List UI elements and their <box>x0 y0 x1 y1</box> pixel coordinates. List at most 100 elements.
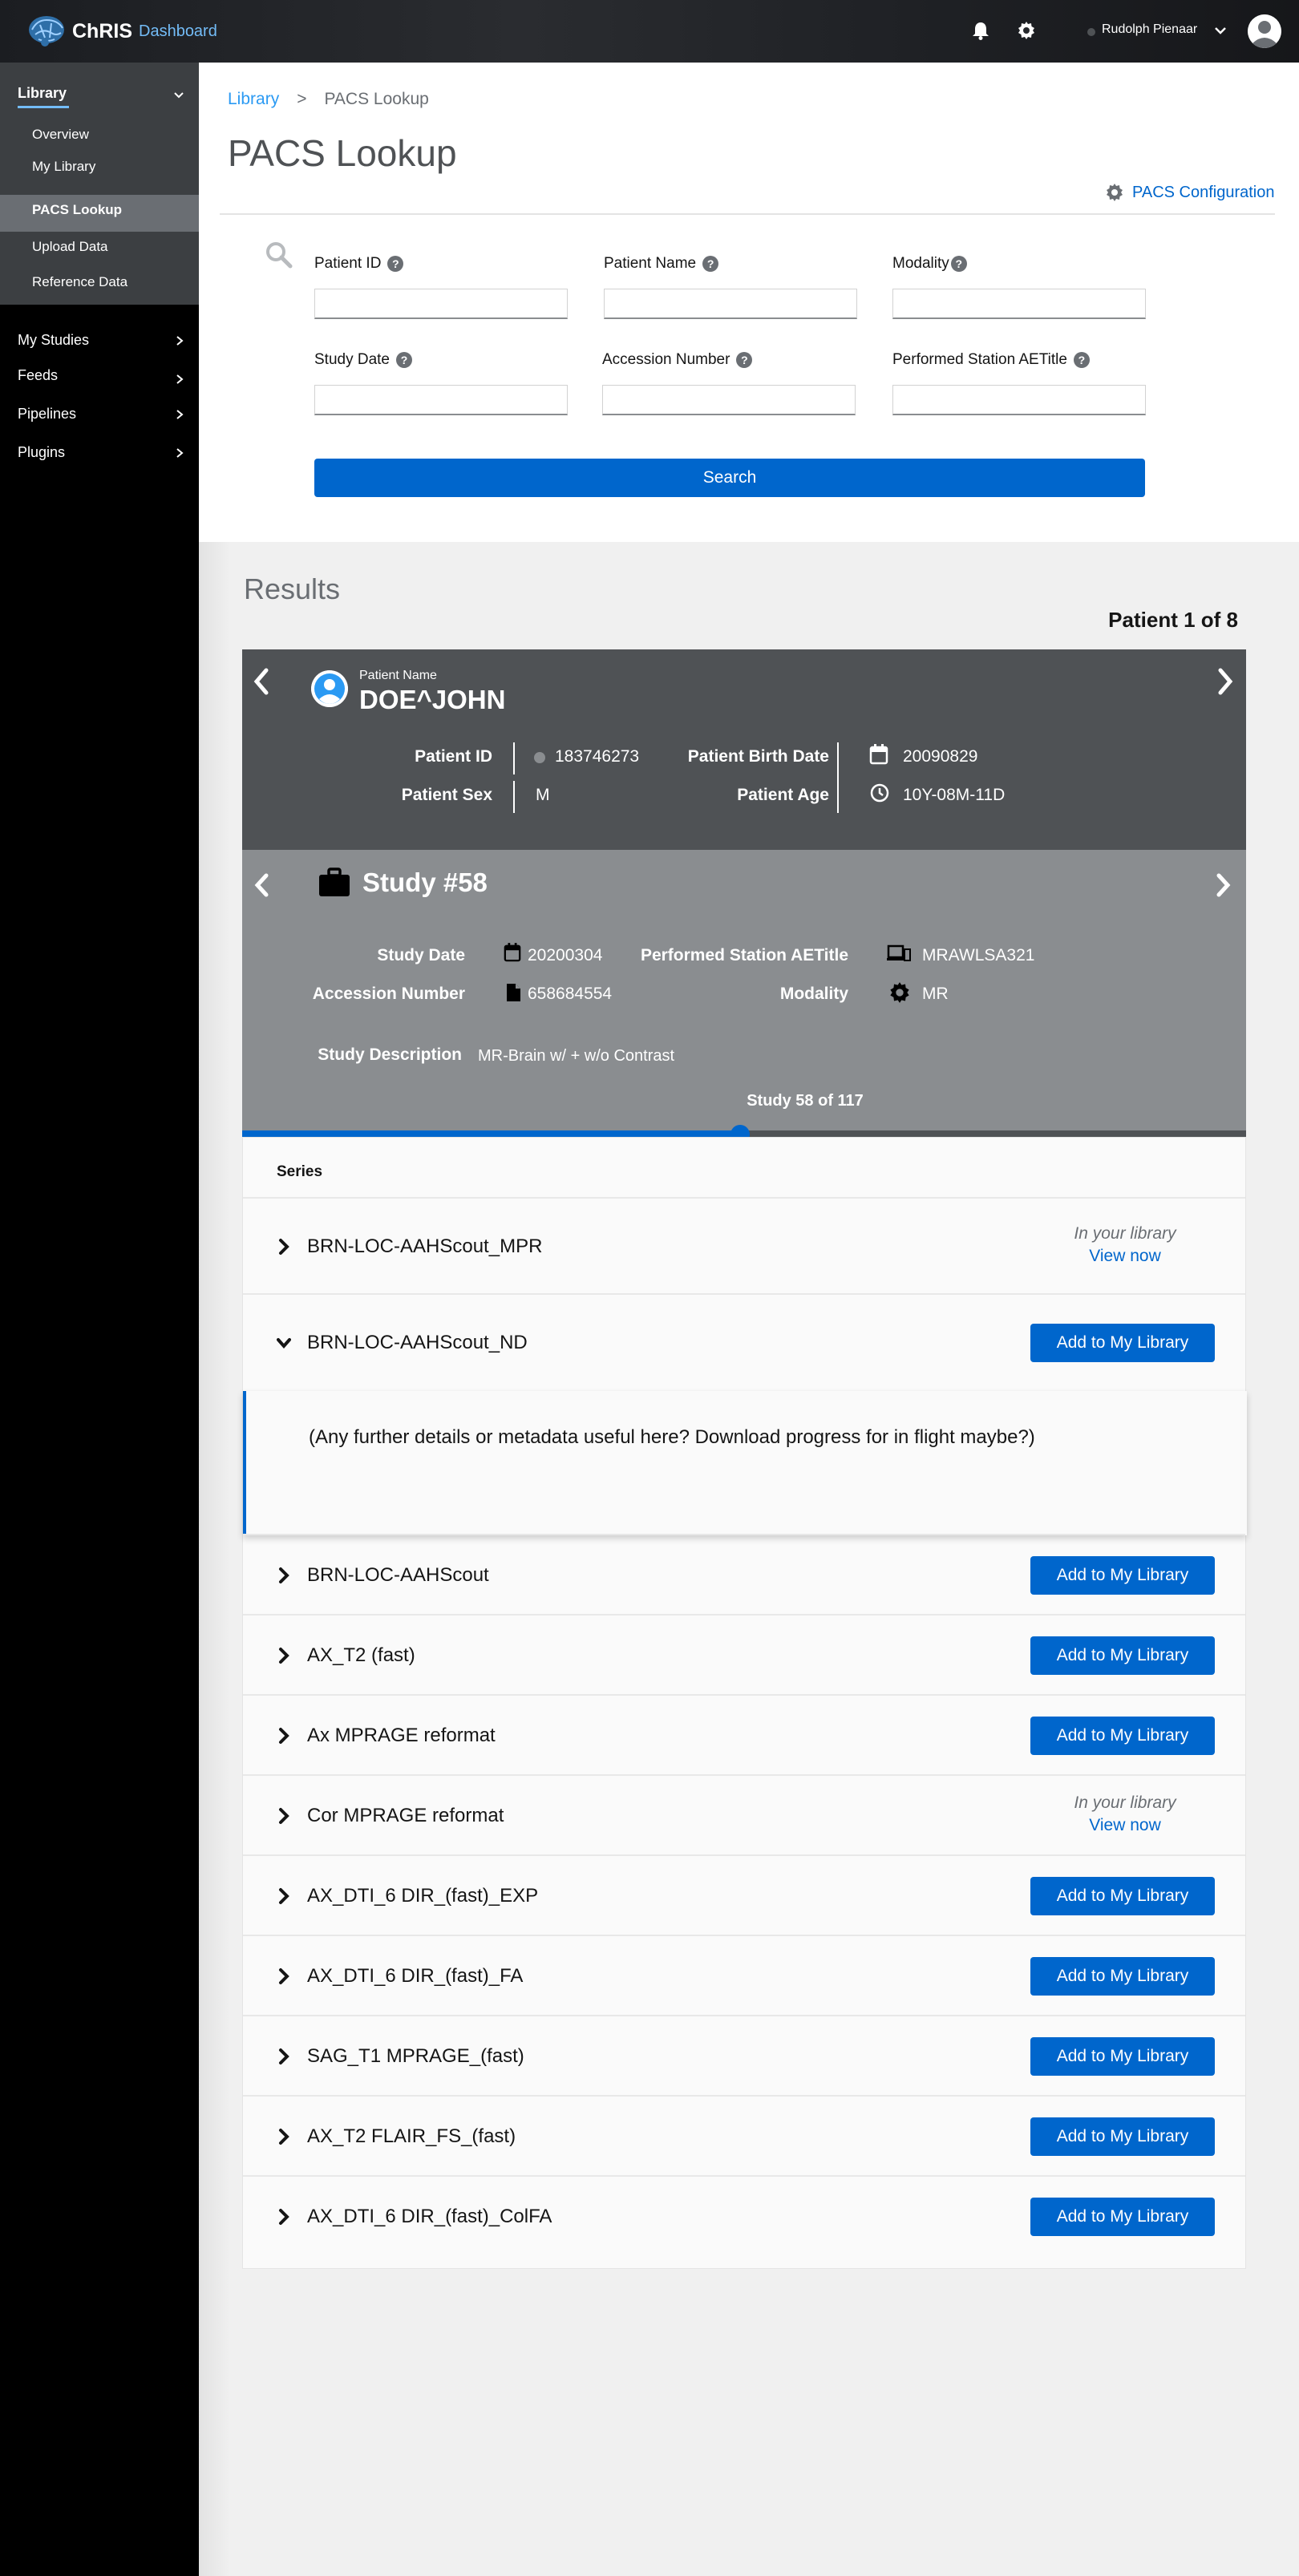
study-date-field: Study Date ? <box>314 350 568 415</box>
accession-number-label: Accession Number <box>312 985 465 1003</box>
patient-id-label: Patient ID <box>415 747 492 766</box>
chevron-right-icon[interactable] <box>277 1647 291 1664</box>
user-name[interactable]: Rudolph Pienaar <box>1102 22 1197 37</box>
chevron-down-icon[interactable] <box>277 1334 291 1352</box>
modality-input[interactable] <box>892 289 1146 319</box>
chevron-right-icon[interactable] <box>175 409 184 420</box>
breadcrumb-library-link[interactable]: Library <box>228 90 279 109</box>
sidebar-item-plugins[interactable]: Plugins <box>18 444 65 461</box>
series-name: SAG_T1 MPRAGE_(fast) <box>307 2045 524 2067</box>
sidebar-item-reference-data[interactable]: Reference Data <box>32 274 127 290</box>
add-to-library-button[interactable]: Add to My Library <box>1030 2198 1215 2236</box>
search-button[interactable]: Search <box>314 459 1145 497</box>
sidebar-group-library: Library Overview My Library PACS Lookup … <box>0 63 199 305</box>
add-to-library-button[interactable]: Add to My Library <box>1030 1556 1215 1595</box>
station-aetitle-label: Performed Station AETitle <box>640 946 848 964</box>
chevron-right-icon[interactable] <box>1214 871 1233 900</box>
chevron-right-icon[interactable] <box>175 447 184 459</box>
study-date-input[interactable] <box>314 385 568 415</box>
search-icon <box>266 242 293 269</box>
patient-birth-label: Patient Birth Date <box>687 747 829 766</box>
chevron-left-icon[interactable] <box>252 667 271 696</box>
sidebar-item-pacs-lookup[interactable]: PACS Lookup <box>32 202 122 218</box>
chevron-down-icon[interactable] <box>1214 24 1227 37</box>
brand-subtitle: Dashboard <box>139 22 217 40</box>
avatar[interactable] <box>1248 14 1281 48</box>
series-row[interactable]: BRN-LOC-AAHScout Add to My Library <box>243 1534 1245 1614</box>
view-now-link[interactable]: View now <box>1029 1816 1221 1835</box>
results-title: Results <box>244 572 341 605</box>
chevron-right-icon[interactable] <box>277 2048 291 2065</box>
bell-icon[interactable] <box>972 21 989 40</box>
patient-name-input[interactable] <box>604 289 857 319</box>
chevron-right-icon[interactable] <box>277 2128 291 2145</box>
chevron-left-icon[interactable] <box>252 871 271 900</box>
modality-gear-icon <box>890 982 909 1003</box>
help-icon[interactable]: ? <box>387 256 404 272</box>
series-row[interactable]: BRN-LOC-AAHScout_ND Add to My Library <box>243 1293 1245 1389</box>
sidebar-item-my-library[interactable]: My Library <box>32 159 95 175</box>
help-icon[interactable]: ? <box>1073 352 1090 368</box>
sidebar-item-my-studies[interactable]: My Studies <box>18 332 89 349</box>
pacs-configuration-link[interactable]: PACS Configuration <box>1105 183 1275 202</box>
add-to-library-button[interactable]: Add to My Library <box>1030 2037 1215 2076</box>
add-to-library-button[interactable]: Add to My Library <box>1030 1717 1215 1755</box>
chevron-right-icon[interactable] <box>277 1567 291 1584</box>
chevron-right-icon[interactable] <box>175 374 184 385</box>
in-library-label: In your library <box>1074 1224 1176 1243</box>
help-icon[interactable]: ? <box>950 256 967 272</box>
chevron-right-icon[interactable] <box>277 1967 291 1985</box>
series-row[interactable]: Ax MPRAGE reformat Add to My Library <box>243 1694 1245 1774</box>
series-row[interactable]: Cor MPRAGE reformat In your library View n… <box>243 1774 1245 1854</box>
chevron-right-icon[interactable] <box>277 2208 291 2226</box>
series-name: BRN-LOC-AAHScout_MPR <box>307 1235 543 1257</box>
study-progress-track[interactable] <box>242 1125 1246 1144</box>
add-to-library-button[interactable]: Add to My Library <box>1030 1636 1215 1675</box>
help-icon[interactable]: ? <box>736 352 753 368</box>
chevron-right-icon[interactable] <box>277 1727 291 1745</box>
sidebar-item-upload-data[interactable]: Upload Data <box>32 239 108 255</box>
sidebar-item-pipelines[interactable]: Pipelines <box>18 406 76 423</box>
study-title: Study #58 <box>362 867 488 897</box>
series-row[interactable]: AX_DTI_6 DIR_(fast)_EXP Add to My Library <box>243 1854 1245 1935</box>
station-aetitle-input[interactable] <box>892 385 1146 415</box>
chevron-down-icon[interactable] <box>173 90 184 101</box>
patient-id-value: 183746273 <box>555 747 640 766</box>
add-to-library-button[interactable]: Add to My Library <box>1030 1324 1215 1362</box>
station-aetitle-field: Performed Station AETitle ? <box>892 350 1146 415</box>
help-icon[interactable]: ? <box>396 352 412 368</box>
series-row[interactable]: AX_T2 FLAIR_FS_(fast) Add to My Library <box>243 2095 1245 2175</box>
sidebar-item-overview[interactable]: Overview <box>32 127 89 143</box>
sidebar-group-library-toggle[interactable]: Library <box>18 85 67 102</box>
chevron-right-icon[interactable] <box>1216 667 1235 696</box>
series-name: BRN-LOC-AAHScout_ND <box>307 1332 528 1353</box>
patient-sex-value: M <box>536 786 550 804</box>
series-row[interactable]: AX_DTI_6 DIR_(fast)_ColFA Add to My Libra… <box>243 2175 1245 2270</box>
sidebar-item-feeds[interactable]: Feeds <box>18 367 58 384</box>
modality-label: Modality <box>892 255 949 272</box>
study-description-label: Study Description <box>318 1045 462 1064</box>
add-to-library-button[interactable]: Add to My Library <box>1030 2117 1215 2156</box>
view-now-link[interactable]: View now <box>1029 1247 1221 1266</box>
add-to-library-button[interactable]: Add to My Library <box>1030 1877 1215 1915</box>
series-row[interactable]: BRN-LOC-AAHScout_MPR In your library View … <box>243 1197 1245 1293</box>
chevron-right-icon[interactable] <box>277 1807 291 1825</box>
patient-id-input[interactable] <box>314 289 568 319</box>
chevron-right-icon[interactable] <box>277 1887 291 1905</box>
series-name: AX_T2 FLAIR_FS_(fast) <box>307 2125 516 2147</box>
gear-icon[interactable] <box>1017 21 1036 40</box>
patient-id-field: Patient ID ? <box>314 253 568 319</box>
brand[interactable]: ChRIS Dashboard <box>27 13 217 50</box>
help-icon[interactable]: ? <box>702 256 719 272</box>
patient-birth-value: 20090829 <box>903 747 978 766</box>
chevron-right-icon[interactable] <box>277 1238 291 1256</box>
series-row[interactable]: AX_T2 (fast) Add to My Library <box>243 1614 1245 1694</box>
series-row[interactable]: AX_DTI_6 DIR_(fast)_FA Add to My Library <box>243 1935 1245 2015</box>
add-to-library-button[interactable]: Add to My Library <box>1030 1957 1215 1996</box>
accession-number-label: Accession Number <box>602 351 730 368</box>
accession-number-input[interactable] <box>602 385 856 415</box>
series-row[interactable]: SAG_T1 MPRAGE_(fast) Add to My Library <box>243 2015 1245 2095</box>
patient-name-label: Patient Name <box>604 255 697 272</box>
series-name: Cor MPRAGE reformat <box>307 1805 504 1826</box>
chevron-right-icon[interactable] <box>175 335 184 346</box>
